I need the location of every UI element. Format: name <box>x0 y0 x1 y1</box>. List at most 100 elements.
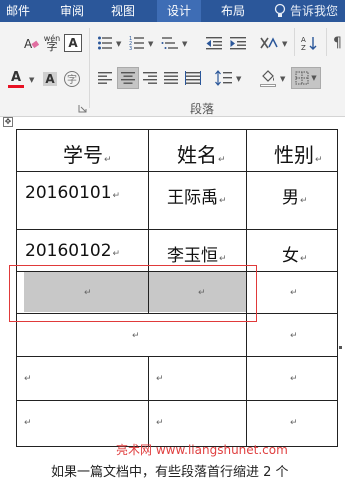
cell-end-mark: ↵ <box>300 196 308 206</box>
table-header-cell[interactable]: 性别↵ <box>274 139 323 168</box>
font-color-swatch <box>8 84 24 88</box>
clear-formatting-button[interactable]: A <box>22 34 40 52</box>
dialog-launcher-icon[interactable] <box>78 104 87 113</box>
numbering-dropdown[interactable]: ▼ <box>148 40 153 48</box>
decrease-indent-icon <box>206 37 222 50</box>
decrease-indent-button[interactable] <box>204 34 224 52</box>
bullets-dropdown[interactable]: ▼ <box>116 40 121 48</box>
enclosed-character-icon: 字 <box>64 71 80 87</box>
borders-button[interactable]: ▼ <box>291 67 321 89</box>
font-color-dropdown[interactable]: ▼ <box>29 76 34 84</box>
body-paragraph[interactable]: 如果一篇文档中，有些段落首行缩进 2 个 <box>51 461 289 480</box>
shading-dropdown[interactable]: ▼ <box>280 75 285 83</box>
header-gender: 性别 <box>274 143 314 167</box>
tab-view[interactable]: 视图 <box>111 0 135 22</box>
student-id-value: 20160102 <box>25 241 112 261</box>
watermark: 亮术网 www.liangshunet.com <box>116 443 288 457</box>
phonetic-guide-button[interactable]: wén 字 <box>42 32 62 54</box>
increase-indent-icon <box>230 37 246 50</box>
table-border <box>148 356 149 446</box>
table-cell[interactable]: 20160102↵ <box>25 241 120 261</box>
tab-layout[interactable]: 布局 <box>221 0 245 22</box>
ribbon-tab-bar: 邮件 审阅 视图 设计 布局 告诉我您 <box>0 0 345 22</box>
justify-button[interactable] <box>162 69 180 87</box>
table-border <box>16 400 338 401</box>
increase-indent-button[interactable] <box>228 34 248 52</box>
align-right-button[interactable] <box>141 69 159 87</box>
table-cell[interactable]: 李玉恒↵ <box>167 241 227 266</box>
multilevel-list-button[interactable] <box>160 34 180 52</box>
paragraph-group-label: 段落 <box>190 102 215 116</box>
chinese-layout-dropdown[interactable]: ▼ <box>282 40 287 48</box>
table-header-cell[interactable]: 学号↵ <box>63 139 112 168</box>
toolbar-separator <box>326 28 327 56</box>
paint-bucket-icon <box>262 69 274 82</box>
font-color-label: A <box>10 69 22 85</box>
cell-end-mark: ↵ <box>132 331 140 341</box>
line-spacing-dropdown[interactable]: ▼ <box>236 75 241 83</box>
lightbulb-icon[interactable] <box>274 3 286 19</box>
align-left-button[interactable] <box>96 69 114 87</box>
tab-design[interactable]: 设计 <box>157 0 202 22</box>
paragraph-mark-icon: ¶ <box>333 35 342 51</box>
multilevel-list-dropdown[interactable]: ▼ <box>182 40 187 48</box>
enclose-characters-button[interactable]: 字 <box>62 68 82 90</box>
cell-end-mark: ↵ <box>290 331 298 341</box>
tab-review[interactable]: 审阅 <box>60 0 84 22</box>
header-student-id: 学号 <box>63 143 103 167</box>
table-cell[interactable]: 女↵ <box>282 241 308 266</box>
line-spacing-button[interactable] <box>214 69 234 87</box>
gender-value: 男 <box>282 188 299 208</box>
ribbon-panel: A wén 字 A A ▼ A 字 ▼ 1 2 3 ▼ ▼ ▼ A Z ¶ ▼ … <box>0 22 345 117</box>
align-left-icon <box>98 72 112 84</box>
name-value: 李玉恒 <box>167 246 218 266</box>
student-id-value: 20160101 <box>25 183 112 203</box>
cell-end-mark: ↵ <box>315 155 323 165</box>
borders-icon <box>295 71 309 85</box>
table-cell[interactable]: 20160101↵ <box>25 183 120 203</box>
table-cell[interactable]: 王际禹↵ <box>167 183 227 208</box>
table-border <box>16 229 338 230</box>
distributed-button[interactable] <box>184 69 202 87</box>
line-spacing-icon <box>215 70 232 86</box>
shading-button[interactable] <box>258 67 278 89</box>
phonetic-guide-char: 字 <box>46 40 58 53</box>
cell-end-mark: ↵ <box>219 254 227 264</box>
cell-end-mark: ↵ <box>219 196 227 206</box>
sort-button[interactable]: A Z <box>300 34 320 52</box>
table-header-cell[interactable]: 姓名↵ <box>177 139 226 168</box>
cell-end-mark: ↵ <box>290 374 298 384</box>
tell-me-search[interactable]: 告诉我您 <box>290 0 345 22</box>
selection-highlight-box <box>9 265 257 322</box>
numbered-list-icon: 1 2 3 <box>129 36 144 51</box>
table-cell[interactable]: 男↵ <box>282 183 308 208</box>
svg-text:3: 3 <box>129 46 132 51</box>
chinese-layout-button[interactable] <box>258 34 280 52</box>
sort-icon: A Z <box>301 36 317 51</box>
character-shading-button[interactable]: A <box>40 68 60 90</box>
character-border-label: A <box>68 36 78 50</box>
distributed-icon <box>185 71 201 85</box>
table-border <box>16 129 338 130</box>
align-center-button[interactable] <box>117 67 139 89</box>
numbering-button[interactable]: 1 2 3 <box>128 34 146 52</box>
cell-end-mark: ↵ <box>24 374 32 384</box>
cell-end-mark: ↵ <box>300 254 308 264</box>
borders-dropdown[interactable]: ▼ <box>311 74 316 82</box>
svg-text:字: 字 <box>67 73 77 86</box>
row-end-marker <box>339 346 342 349</box>
table-border <box>16 356 338 357</box>
svg-text:A: A <box>301 36 306 44</box>
tab-mailings[interactable]: 邮件 <box>6 0 30 22</box>
bullets-button[interactable] <box>96 34 114 52</box>
character-border-button[interactable]: A <box>64 34 82 52</box>
align-center-icon <box>121 72 135 84</box>
svg-text:Z: Z <box>301 44 306 51</box>
show-marks-button[interactable]: ¶ <box>330 34 345 52</box>
font-color-button[interactable]: A <box>6 68 26 90</box>
table-border <box>16 171 338 172</box>
cell-end-mark: ↵ <box>24 418 32 428</box>
bullet-list-icon <box>98 36 112 50</box>
chinese-layout-icon <box>260 37 278 49</box>
table-move-handle[interactable]: ✥ <box>3 117 13 127</box>
